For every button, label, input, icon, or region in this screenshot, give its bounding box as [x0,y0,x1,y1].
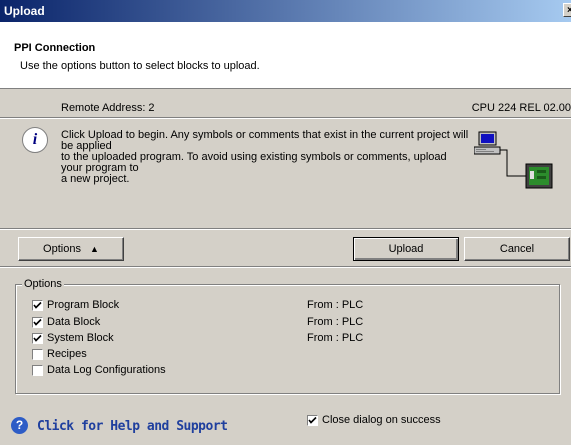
cpu-info: CPU 224 REL 02.00 [471,102,571,114]
checkbox[interactable] [32,349,43,360]
close-icon[interactable]: × [563,3,571,17]
source-label: From : PLC [307,332,364,344]
source-label: From : PLC [307,316,364,328]
chevron-up-icon: ▲ [90,244,99,254]
checkbox[interactable] [32,365,43,376]
title-bar: Upload × [0,0,571,22]
dialog-header: PPI Connection Use the options button to… [0,22,571,89]
option-data-log-configurations[interactable]: Data Log Configurations [32,364,166,377]
cancel-button[interactable]: Cancel [464,237,570,261]
option-system-block[interactable]: System Block [32,332,114,345]
source-label: From : PLC [307,299,364,311]
divider [0,266,571,268]
divider [0,117,571,119]
checkbox[interactable] [307,415,318,426]
checkbox-label: Program Block [47,299,120,311]
checkbox[interactable] [32,317,43,328]
pc-to-plc-icon [474,131,553,189]
checkbox[interactable] [32,333,43,344]
checkbox-label: Data Log Configurations [47,364,166,376]
options-button[interactable]: Options ▲ [18,237,124,261]
info-icon-glyph: i [32,131,38,148]
info-icon: i [22,127,48,153]
header-title: PPI Connection [14,42,96,54]
upload-button[interactable]: Upload [353,237,459,261]
info-line: to the uploaded program. To avoid using … [61,151,447,174]
checkbox-label: Data Block [47,316,101,328]
window-title: Upload [4,4,45,18]
info-line: a new project. [61,173,130,185]
help-label[interactable]: Click for Help and Support [37,419,228,434]
checkbox-label: Recipes [47,348,87,360]
checkbox[interactable] [32,300,43,311]
option-program-block[interactable]: Program Block [32,299,119,312]
options-legend: Options [22,278,64,290]
option-recipes[interactable]: Recipes [32,348,87,361]
options-button-label: Options [43,243,81,255]
close-on-success-option[interactable]: Close dialog on success [307,414,441,427]
header-subtitle: Use the options button to select blocks … [20,60,260,72]
help-icon: ? [11,417,28,434]
info-message: Click Upload to begin. Any symbols or co… [61,130,471,185]
remote-address: Remote Address: 2 [61,102,155,114]
checkbox-label: System Block [47,332,114,344]
divider [0,228,571,230]
option-data-block[interactable]: Data Block [32,316,100,329]
checkbox-label: Close dialog on success [322,414,441,426]
info-line: Click Upload to begin. Any symbols or co… [61,129,469,152]
